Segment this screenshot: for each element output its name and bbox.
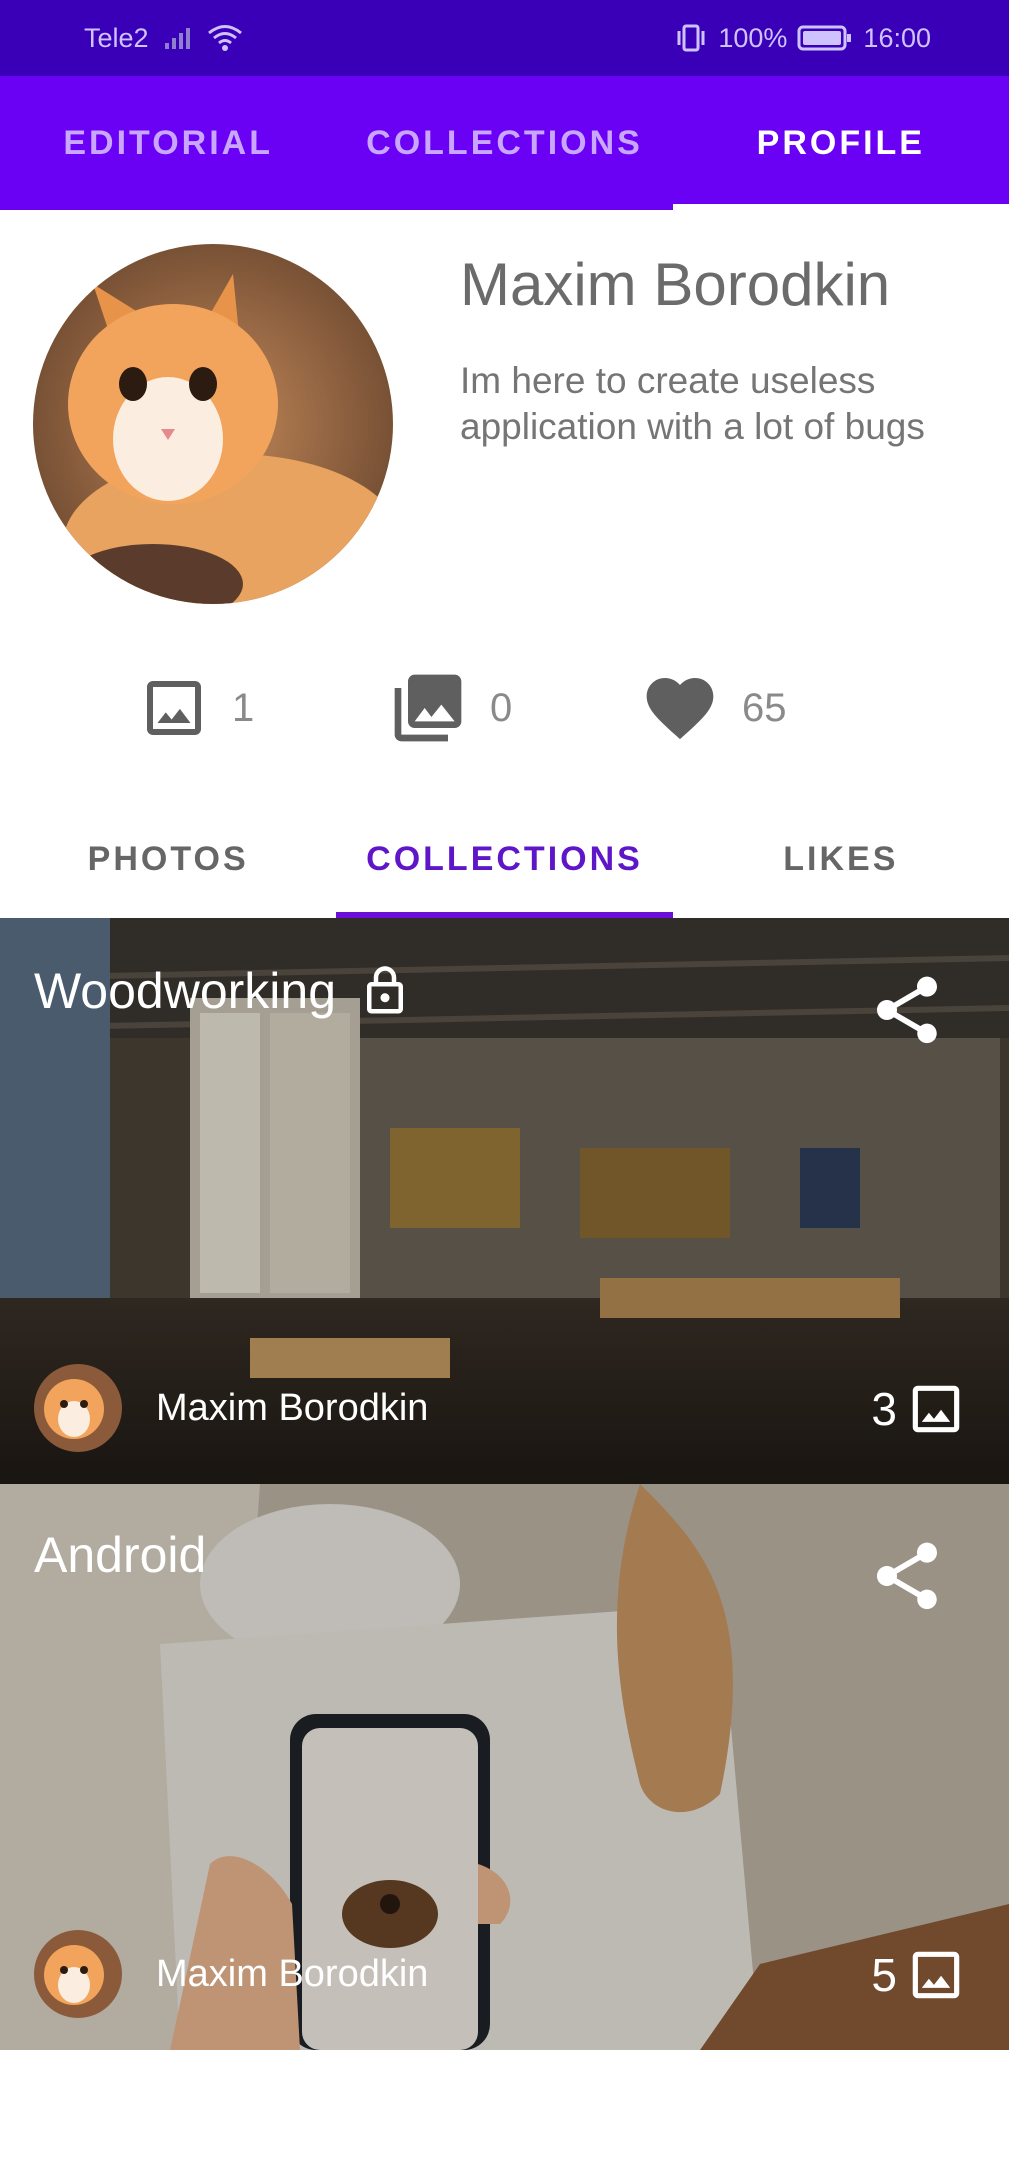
profile-tab-bar: PHOTOS COLLECTIONS LIKES xyxy=(0,800,1009,918)
photo-count-value: 3 xyxy=(871,1383,897,1435)
share-button[interactable] xyxy=(867,1536,947,1616)
image-icon xyxy=(905,1378,967,1440)
tab-collections[interactable]: COLLECTIONS xyxy=(336,76,672,210)
tab-profile[interactable]: PROFILE xyxy=(672,76,1009,210)
photo-count-value: 5 xyxy=(871,1949,897,2001)
photo-count: 3 xyxy=(871,1378,967,1440)
collection-title: Woodworking xyxy=(34,960,412,1022)
vibrate-icon xyxy=(674,23,708,53)
clock: 16:00 xyxy=(863,22,931,53)
stat-photos-count: 1 xyxy=(232,685,255,730)
share-icon xyxy=(877,976,937,1044)
profile-name: Maxim Borodkin xyxy=(460,251,891,318)
author-name: Maxim Borodkin xyxy=(156,1952,429,1995)
collection-author[interactable]: Maxim Borodkin xyxy=(34,1364,428,1452)
collection-title-text: Android xyxy=(34,1527,207,1583)
collection-author[interactable]: Maxim Borodkin xyxy=(34,1930,428,2018)
share-icon xyxy=(877,1542,937,1610)
image-icon xyxy=(905,1944,967,2006)
stat-collections-count: 0 xyxy=(490,685,513,730)
heart-icon xyxy=(640,668,720,748)
collection-card-android[interactable]: Android Maxim Borodkin 5 xyxy=(0,1484,1009,2050)
share-button[interactable] xyxy=(867,970,947,1050)
collection-card-woodworking[interactable]: Woodworking Maxim Borodkin 3 xyxy=(0,918,1009,1484)
battery-icon xyxy=(797,24,853,52)
tab-photos[interactable]: PHOTOS xyxy=(0,800,336,918)
stat-likes: 65 xyxy=(640,668,787,748)
lock-icon xyxy=(358,960,412,1022)
author-avatar xyxy=(34,1364,122,1452)
author-name: Maxim Borodkin xyxy=(156,1386,429,1429)
signal-icon xyxy=(163,25,193,51)
stat-collections: 0 xyxy=(388,668,512,748)
image-icon xyxy=(138,672,210,744)
profile-avatar[interactable] xyxy=(33,244,393,604)
tab-likes[interactable]: LIKES xyxy=(673,800,1009,918)
author-avatar xyxy=(34,1930,122,2018)
battery-percent: 100% xyxy=(718,22,788,53)
photo-library-icon xyxy=(388,668,468,748)
carrier-label: Tele2 xyxy=(84,22,149,53)
tab-editorial[interactable]: EDITORIAL xyxy=(0,76,336,210)
stat-likes-count: 65 xyxy=(742,685,787,730)
top-tab-bar: EDITORIAL COLLECTIONS PROFILE xyxy=(0,76,1009,210)
collection-title-text: Woodworking xyxy=(34,963,337,1019)
photo-count: 5 xyxy=(871,1944,967,2006)
stat-photos: 1 xyxy=(138,668,254,748)
tab-profile-collections[interactable]: COLLECTIONS xyxy=(336,800,673,918)
status-bar: Tele2 100% 16:00 xyxy=(0,0,1009,76)
wifi-icon xyxy=(207,23,243,53)
collection-title: Android xyxy=(34,1526,206,1584)
profile-bio: Im here to create useless application wi… xyxy=(460,360,925,447)
